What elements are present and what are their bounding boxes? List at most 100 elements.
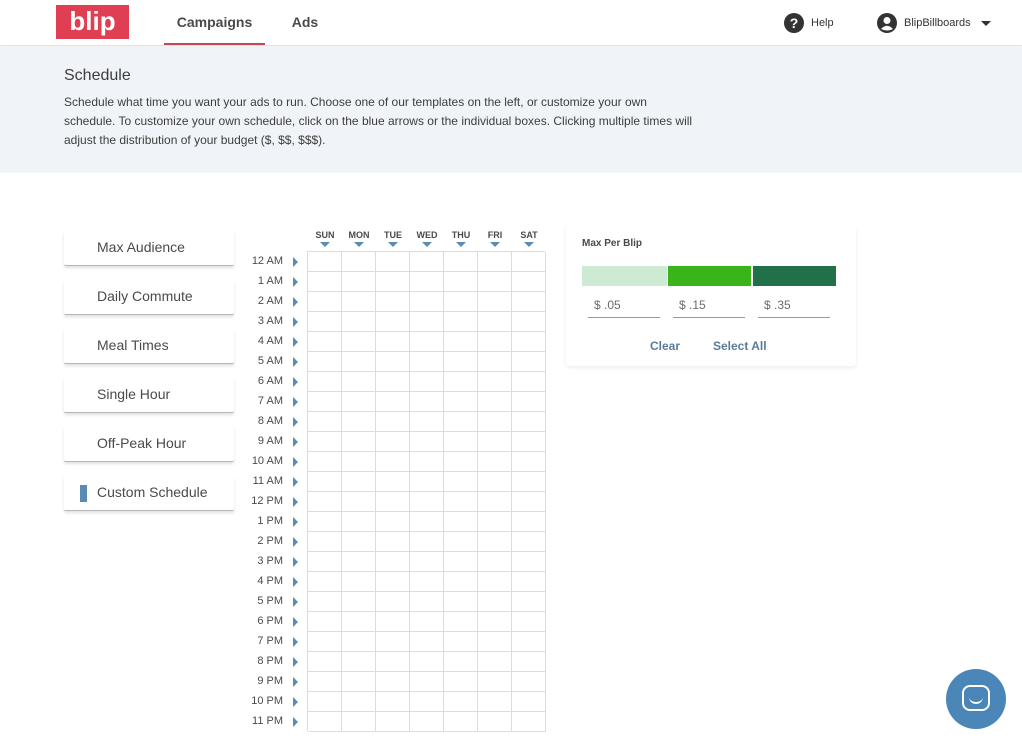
schedule-cell[interactable] — [308, 572, 342, 592]
hour-select-arrow-icon[interactable] — [293, 617, 298, 627]
schedule-cell[interactable] — [410, 472, 444, 492]
schedule-cell[interactable] — [444, 712, 478, 732]
hour-select-arrow-icon[interactable] — [293, 257, 298, 267]
schedule-cell[interactable] — [512, 512, 546, 532]
schedule-cell[interactable] — [478, 512, 512, 532]
schedule-cell[interactable] — [478, 592, 512, 612]
tab-campaigns[interactable]: Campaigns — [164, 0, 265, 45]
schedule-cell[interactable] — [444, 372, 478, 392]
budget-level-mid-swatch[interactable] — [668, 266, 751, 286]
schedule-cell[interactable] — [444, 472, 478, 492]
schedule-cell[interactable] — [342, 352, 376, 372]
schedule-cell[interactable] — [376, 432, 410, 452]
chat-button[interactable] — [946, 669, 1006, 729]
day-select-arrow-icon[interactable] — [524, 242, 534, 247]
schedule-cell[interactable] — [444, 452, 478, 472]
hour-select-arrow-icon[interactable] — [293, 377, 298, 387]
schedule-cell[interactable] — [512, 252, 546, 272]
day-header-mon[interactable]: MON — [342, 230, 376, 247]
schedule-cell[interactable] — [478, 492, 512, 512]
account-menu[interactable]: BlipBillboards — [877, 12, 991, 34]
schedule-cell[interactable] — [308, 252, 342, 272]
hour-select-arrow-icon[interactable] — [293, 397, 298, 407]
schedule-cell[interactable] — [444, 292, 478, 312]
schedule-cell[interactable] — [478, 412, 512, 432]
schedule-cell[interactable] — [478, 572, 512, 592]
hour-select-arrow-icon[interactable] — [293, 437, 298, 447]
schedule-cell[interactable] — [444, 392, 478, 412]
day-select-arrow-icon[interactable] — [456, 242, 466, 247]
schedule-cell[interactable] — [478, 272, 512, 292]
schedule-cell[interactable] — [444, 652, 478, 672]
schedule-cell[interactable] — [376, 592, 410, 612]
schedule-cell[interactable] — [478, 472, 512, 492]
schedule-cell[interactable] — [478, 652, 512, 672]
day-select-arrow-icon[interactable] — [320, 242, 330, 247]
schedule-cell[interactable] — [444, 592, 478, 612]
schedule-cell[interactable] — [410, 572, 444, 592]
budget-level-high-swatch[interactable] — [753, 266, 836, 286]
schedule-cell[interactable] — [376, 492, 410, 512]
schedule-cell[interactable] — [342, 632, 376, 652]
day-header-wed[interactable]: WED — [410, 230, 444, 247]
schedule-cell[interactable] — [376, 612, 410, 632]
schedule-cell[interactable] — [308, 372, 342, 392]
schedule-cell[interactable] — [308, 632, 342, 652]
day-header-tue[interactable]: TUE — [376, 230, 410, 247]
schedule-cell[interactable] — [410, 312, 444, 332]
schedule-cell[interactable] — [410, 252, 444, 272]
schedule-cell[interactable] — [512, 332, 546, 352]
blip-logo[interactable]: blip — [56, 5, 129, 39]
schedule-cell[interactable] — [308, 532, 342, 552]
day-header-thu[interactable]: THU — [444, 230, 478, 247]
schedule-cell[interactable] — [342, 392, 376, 412]
schedule-cell[interactable] — [410, 512, 444, 532]
schedule-cell[interactable] — [308, 492, 342, 512]
schedule-cell[interactable] — [444, 552, 478, 572]
schedule-cell[interactable] — [342, 572, 376, 592]
schedule-cell[interactable] — [512, 452, 546, 472]
hour-select-arrow-icon[interactable] — [293, 657, 298, 667]
schedule-cell[interactable] — [410, 672, 444, 692]
schedule-cell[interactable] — [478, 632, 512, 652]
price-mid-field[interactable]: $ .15 — [673, 292, 745, 318]
price-low-field[interactable]: $ .05 — [588, 292, 660, 318]
schedule-cell[interactable] — [376, 532, 410, 552]
schedule-cell[interactable] — [444, 252, 478, 272]
schedule-cell[interactable] — [308, 332, 342, 352]
schedule-cell[interactable] — [444, 692, 478, 712]
schedule-cell[interactable] — [308, 592, 342, 612]
schedule-cell[interactable] — [410, 372, 444, 392]
schedule-cell[interactable] — [376, 272, 410, 292]
schedule-cell[interactable] — [444, 632, 478, 652]
schedule-cell[interactable] — [478, 352, 512, 372]
schedule-cell[interactable] — [376, 372, 410, 392]
schedule-cell[interactable] — [410, 392, 444, 412]
schedule-cell[interactable] — [342, 452, 376, 472]
schedule-cell[interactable] — [478, 252, 512, 272]
schedule-cell[interactable] — [444, 532, 478, 552]
schedule-cell[interactable] — [478, 532, 512, 552]
schedule-cell[interactable] — [342, 712, 376, 732]
schedule-cell[interactable] — [308, 692, 342, 712]
hour-select-arrow-icon[interactable] — [293, 317, 298, 327]
schedule-cell[interactable] — [444, 412, 478, 432]
template-max-audience[interactable]: Max Audience — [64, 231, 234, 266]
schedule-cell[interactable] — [444, 512, 478, 532]
schedule-cell[interactable] — [342, 652, 376, 672]
hour-select-arrow-icon[interactable] — [293, 277, 298, 287]
schedule-cell[interactable] — [342, 292, 376, 312]
schedule-cell[interactable] — [376, 292, 410, 312]
schedule-cell[interactable] — [376, 632, 410, 652]
schedule-cell[interactable] — [410, 552, 444, 572]
schedule-cell[interactable] — [308, 392, 342, 412]
day-select-arrow-icon[interactable] — [422, 242, 432, 247]
schedule-cell[interactable] — [478, 392, 512, 412]
schedule-cell[interactable] — [410, 592, 444, 612]
schedule-cell[interactable] — [410, 292, 444, 312]
schedule-cell[interactable] — [376, 692, 410, 712]
hour-select-arrow-icon[interactable] — [293, 477, 298, 487]
schedule-cell[interactable] — [410, 332, 444, 352]
clear-button[interactable]: Clear — [650, 339, 680, 353]
schedule-cell[interactable] — [342, 372, 376, 392]
